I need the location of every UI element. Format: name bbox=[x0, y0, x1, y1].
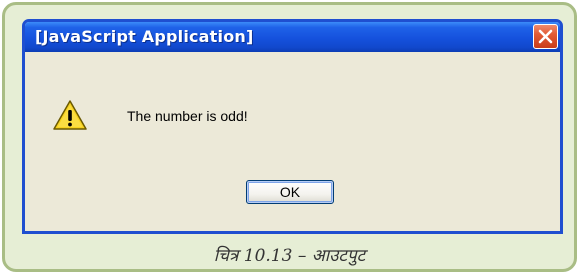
close-icon bbox=[538, 29, 553, 44]
dialog-title: [JavaScript Application] bbox=[35, 27, 254, 46]
alert-message: The number is odd! bbox=[127, 108, 248, 124]
figure-frame: [JavaScript Application] The number is o… bbox=[2, 2, 577, 272]
figure-caption: चित्र 10.13 – आउटपुट bbox=[213, 246, 366, 266]
alert-dialog: [JavaScript Application] The number is o… bbox=[22, 19, 563, 234]
ok-button[interactable]: OK bbox=[246, 180, 334, 204]
warning-icon bbox=[53, 100, 87, 130]
close-button[interactable] bbox=[533, 24, 558, 49]
title-bar[interactable]: [JavaScript Application] bbox=[25, 22, 560, 52]
